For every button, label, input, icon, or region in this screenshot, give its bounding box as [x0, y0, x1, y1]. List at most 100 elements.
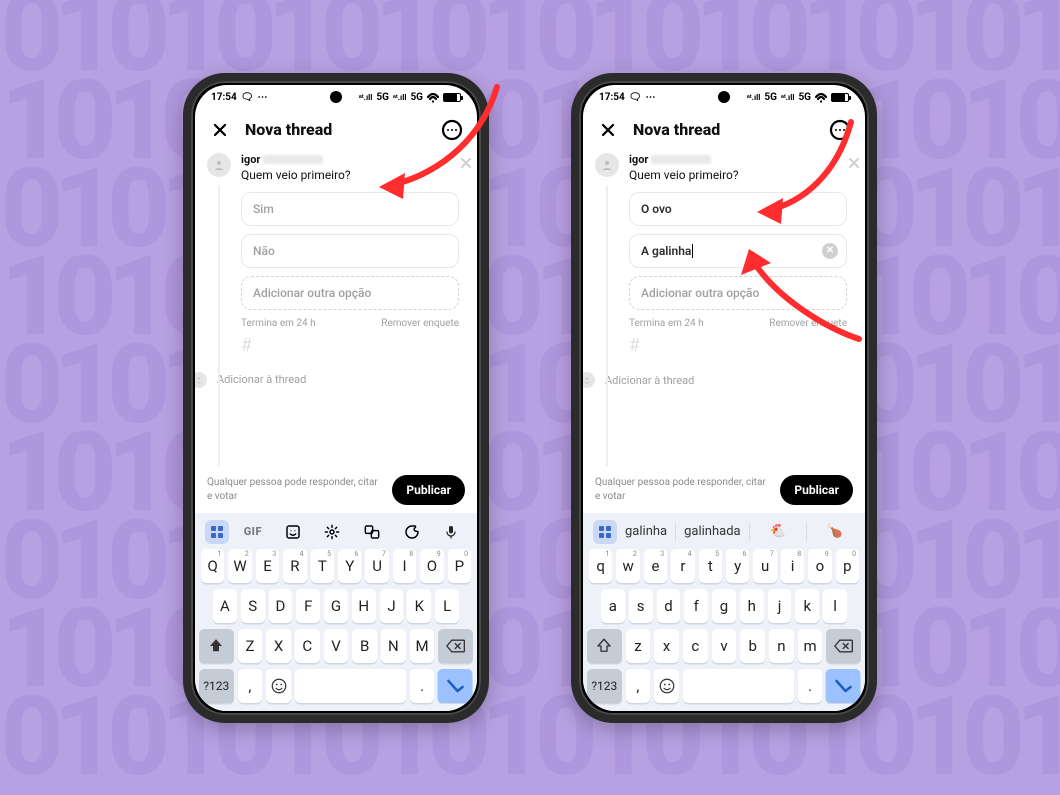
key-space[interactable]: [295, 669, 406, 703]
key-g[interactable]: G: [324, 589, 348, 623]
add-to-thread-row[interactable]: Adicionar à thread: [195, 372, 465, 388]
add-poll-option-button[interactable]: Adicionar outra opção: [629, 276, 847, 310]
key-space[interactable]: [683, 669, 794, 703]
key-q[interactable]: Q1: [201, 549, 224, 583]
key-o[interactable]: O9: [420, 549, 443, 583]
key-c[interactable]: c: [683, 629, 708, 663]
key-v[interactable]: V: [324, 629, 349, 663]
add-poll-option-button[interactable]: Adicionar outra opção: [241, 276, 459, 310]
key-d[interactable]: D: [269, 589, 293, 623]
key-emoji[interactable]: [266, 669, 291, 703]
key-t[interactable]: t5: [699, 549, 722, 583]
dismiss-post-button[interactable]: [459, 155, 473, 174]
key-comma[interactable]: ,: [626, 669, 651, 703]
add-hashtag-button[interactable]: #: [241, 335, 461, 356]
clear-input-button[interactable]: ✕: [822, 243, 838, 259]
key-j[interactable]: j: [768, 589, 792, 623]
key-l[interactable]: l: [823, 589, 847, 623]
key-k[interactable]: K: [407, 589, 431, 623]
key-backspace[interactable]: [826, 629, 861, 663]
key-z[interactable]: z: [626, 629, 651, 663]
key-w[interactable]: w2: [616, 549, 639, 583]
key-l[interactable]: L: [435, 589, 459, 623]
remove-poll-button[interactable]: Remover enquete: [769, 318, 847, 329]
kb-mic-button[interactable]: [435, 524, 467, 540]
kb-apps-icon[interactable]: [593, 520, 617, 544]
key-g[interactable]: g: [712, 589, 736, 623]
key-i[interactable]: I8: [393, 549, 416, 583]
key-symbols[interactable]: ?123: [587, 669, 622, 703]
reply-scope-button[interactable]: Qualquer pessoa pode responder, citar e …: [207, 476, 384, 503]
key-n[interactable]: n: [769, 629, 794, 663]
publish-button[interactable]: Publicar: [780, 475, 853, 505]
more-button[interactable]: [439, 117, 465, 143]
key-shift[interactable]: [199, 629, 234, 663]
add-hashtag-button[interactable]: #: [629, 335, 849, 356]
key-h[interactable]: H: [352, 589, 376, 623]
key-comma[interactable]: ,: [238, 669, 263, 703]
key-s[interactable]: s: [629, 589, 653, 623]
key-b[interactable]: B: [352, 629, 377, 663]
key-f[interactable]: F: [296, 589, 320, 623]
key-b[interactable]: b: [740, 629, 765, 663]
add-to-thread-row[interactable]: Adicionar à thread: [583, 372, 853, 388]
key-w[interactable]: W2: [228, 549, 251, 583]
key-y[interactable]: Y6: [338, 549, 361, 583]
remove-poll-button[interactable]: Remover enquete: [381, 318, 459, 329]
key-t[interactable]: T5: [311, 549, 334, 583]
key-period[interactable]: .: [410, 669, 435, 703]
poll-option-2[interactable]: Não: [241, 234, 459, 268]
key-u[interactable]: U7: [365, 549, 388, 583]
key-o[interactable]: o9: [808, 549, 831, 583]
dismiss-post-button[interactable]: [847, 155, 861, 174]
key-p[interactable]: P0: [448, 549, 471, 583]
key-enter[interactable]: [438, 669, 473, 703]
more-button[interactable]: [827, 117, 853, 143]
kb-theme-button[interactable]: [396, 524, 428, 540]
key-period[interactable]: .: [798, 669, 823, 703]
kb-suggestion-1[interactable]: galinha: [625, 524, 667, 539]
kb-suggestion-emoji-1[interactable]: 🐔: [758, 524, 798, 539]
kb-gif-button[interactable]: GIF: [244, 525, 262, 538]
key-x[interactable]: X: [266, 629, 291, 663]
close-button[interactable]: [595, 117, 621, 143]
key-shift[interactable]: [587, 629, 622, 663]
reply-scope-button[interactable]: Qualquer pessoa pode responder, citar e …: [595, 476, 772, 503]
key-c[interactable]: C: [295, 629, 320, 663]
key-d[interactable]: d: [657, 589, 681, 623]
key-r[interactable]: R4: [283, 549, 306, 583]
post-text-input[interactable]: Quem veio primeiro?: [241, 168, 461, 182]
key-v[interactable]: v: [712, 629, 737, 663]
key-x[interactable]: x: [654, 629, 679, 663]
kb-sticker-button[interactable]: [277, 524, 309, 540]
kb-suggestion-emoji-2[interactable]: 🍗: [815, 524, 855, 539]
key-j[interactable]: J: [380, 589, 404, 623]
key-u[interactable]: u7: [753, 549, 776, 583]
poll-option-1[interactable]: Sim: [241, 192, 459, 226]
key-f[interactable]: f: [684, 589, 708, 623]
key-enter[interactable]: [826, 669, 861, 703]
key-p[interactable]: p0: [836, 549, 859, 583]
kb-translate-button[interactable]: [356, 524, 388, 540]
key-i[interactable]: i8: [781, 549, 804, 583]
key-s[interactable]: S: [241, 589, 265, 623]
key-a[interactable]: A: [213, 589, 237, 623]
key-r[interactable]: r4: [671, 549, 694, 583]
close-button[interactable]: [207, 117, 233, 143]
key-e[interactable]: E3: [256, 549, 279, 583]
key-k[interactable]: k: [795, 589, 819, 623]
key-n[interactable]: N: [381, 629, 406, 663]
key-m[interactable]: M: [410, 629, 435, 663]
poll-option-2[interactable]: A galinha✕: [629, 234, 847, 269]
key-q[interactable]: q1: [589, 549, 612, 583]
key-symbols[interactable]: ?123: [199, 669, 234, 703]
key-y[interactable]: y6: [726, 549, 749, 583]
key-h[interactable]: h: [740, 589, 764, 623]
kb-settings-button[interactable]: [316, 524, 348, 540]
key-emoji[interactable]: [654, 669, 679, 703]
key-backspace[interactable]: [438, 629, 473, 663]
kb-suggestion-2[interactable]: galinhada: [684, 524, 741, 539]
poll-option-1[interactable]: O ovo: [629, 192, 847, 226]
post-text-input[interactable]: Quem veio primeiro?: [629, 168, 849, 182]
key-e[interactable]: e3: [644, 549, 667, 583]
